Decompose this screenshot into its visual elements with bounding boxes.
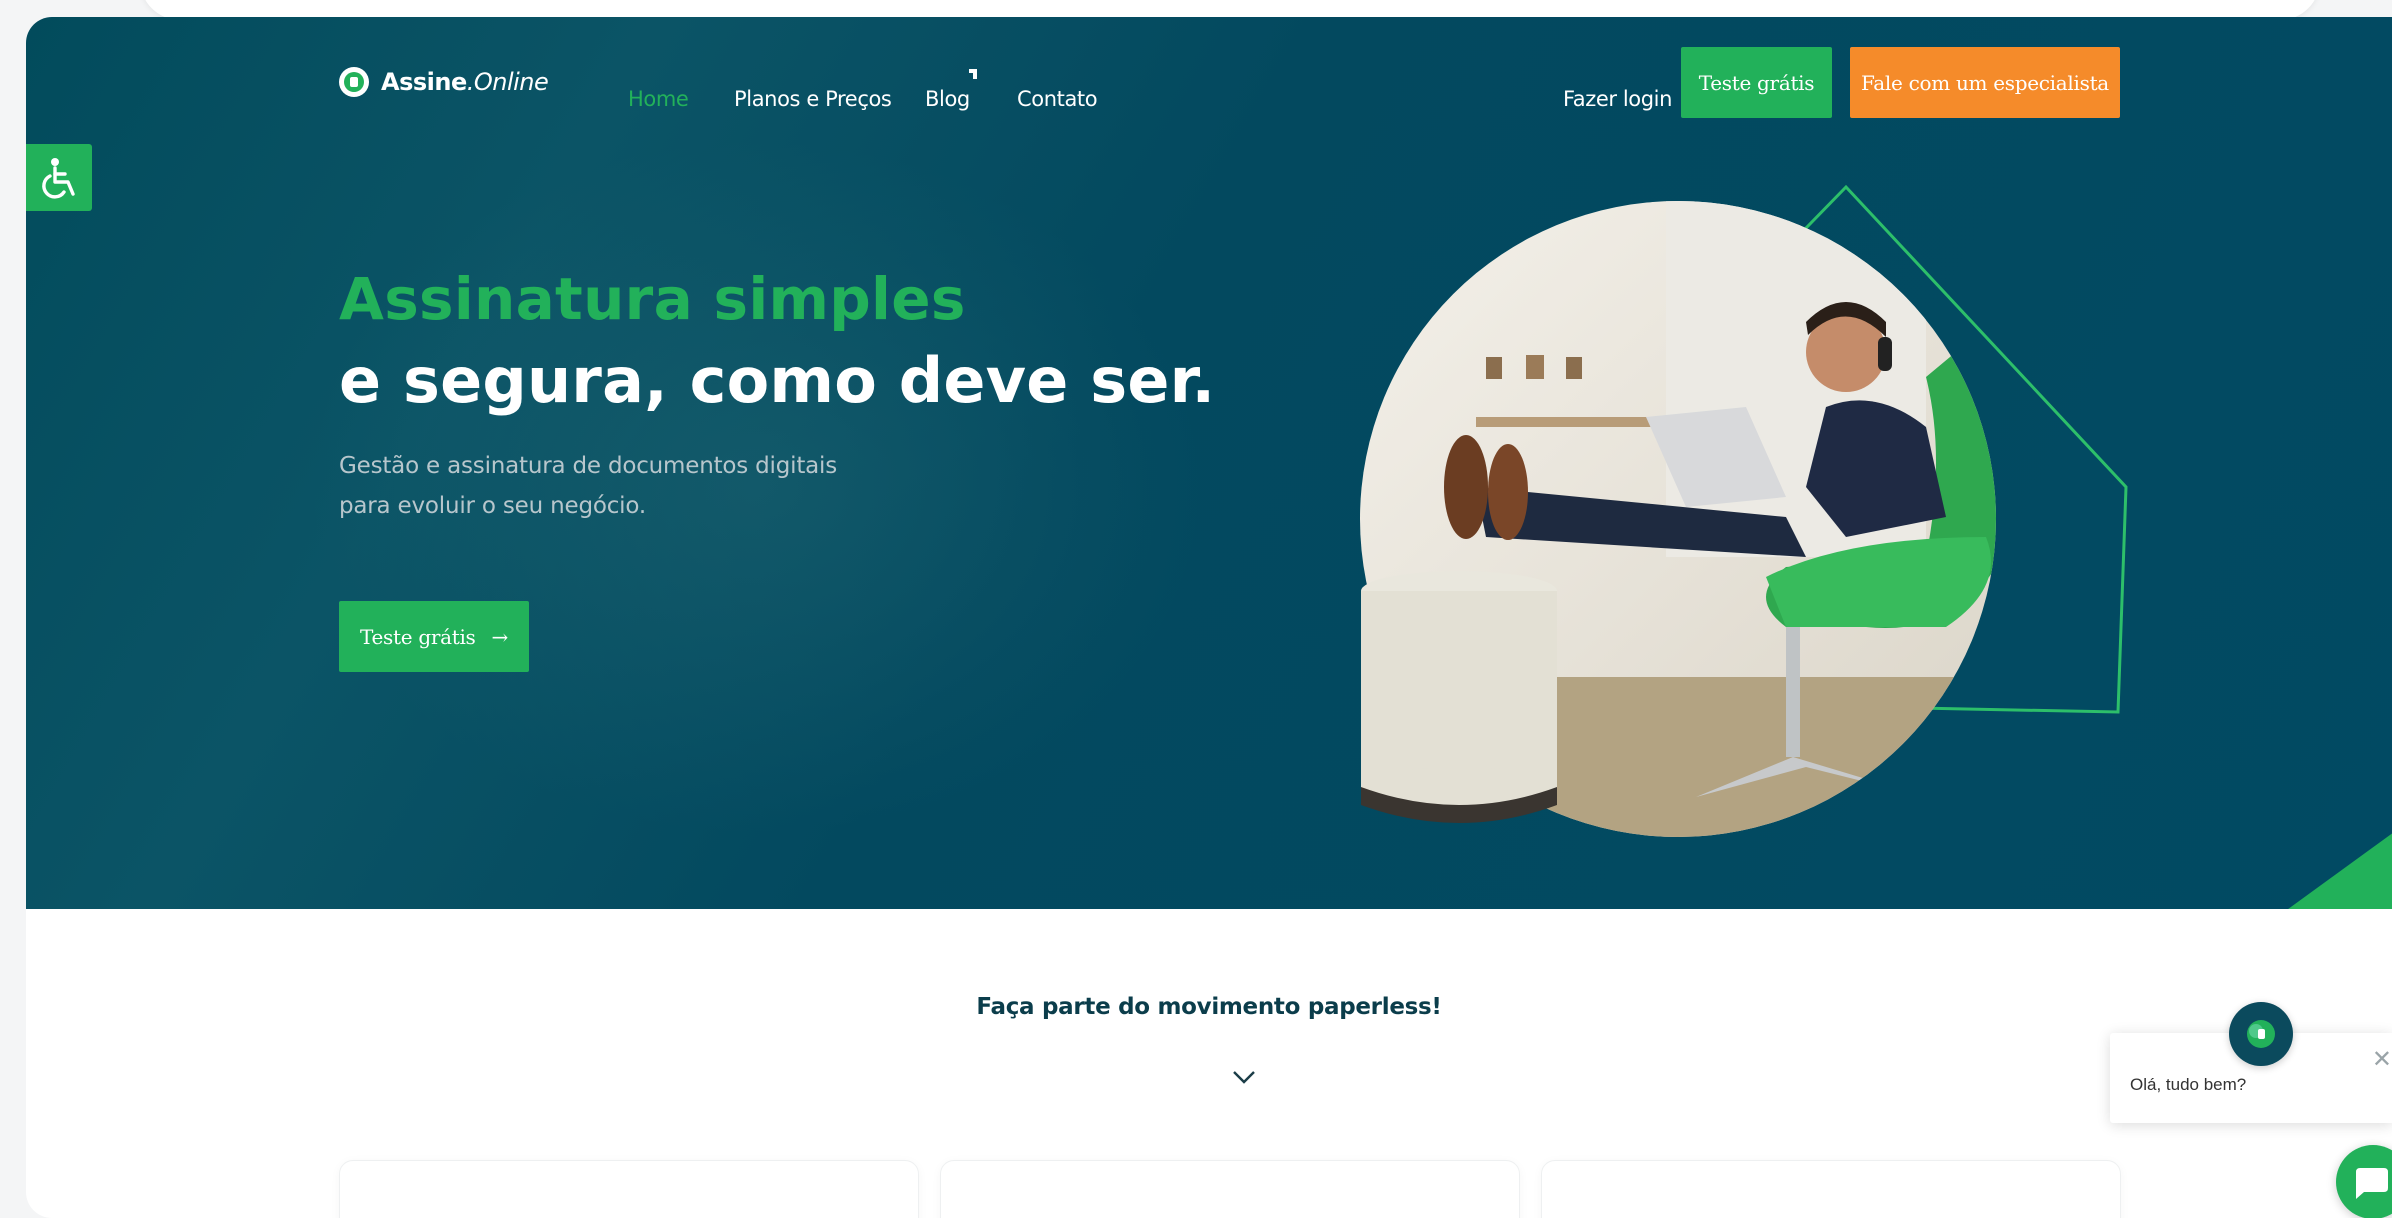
free-trial-button[interactable]: Teste grátis — [1681, 47, 1832, 118]
logo-text: Assine.Online — [381, 68, 549, 96]
hero-illustration — [1360, 184, 2128, 837]
top-navbar: Assine.Online Home Planos e Preços Blog … — [26, 17, 2392, 147]
logo[interactable]: Assine.Online — [339, 67, 549, 97]
nav-link-planos[interactable]: Planos e Preços — [734, 87, 892, 111]
corner-decoration — [2288, 833, 2392, 909]
feature-card-1 — [339, 1160, 919, 1218]
section-title: Faça parte do movimento paperless! — [976, 994, 1442, 1020]
hero-subtitle-line1: Gestão e assinatura de documentos digita… — [339, 453, 838, 479]
feature-card-3 — [1541, 1160, 2121, 1218]
hero-glow — [306, 137, 1206, 837]
login-link[interactable]: Fazer login — [1563, 87, 1672, 111]
logo-icon — [2247, 1020, 2275, 1048]
chat-icon — [2356, 1168, 2388, 1199]
chat-greeting-text: Olá, tudo bem? — [2130, 1075, 2247, 1094]
nav-link-blog[interactable]: Blog — [925, 87, 970, 111]
chevron-down-icon[interactable] — [1231, 1069, 1257, 1085]
chat-avatar — [2229, 1002, 2293, 1066]
new-badge-icon — [969, 69, 977, 79]
hero-free-trial-button[interactable]: Teste grátis → — [339, 601, 529, 672]
page: Assine.Online Home Planos e Preços Blog … — [26, 17, 2392, 1218]
nav-link-home[interactable]: Home — [628, 87, 689, 111]
nav-link-contato[interactable]: Contato — [1017, 87, 1098, 111]
accessibility-button[interactable] — [26, 144, 92, 211]
feature-card-2 — [940, 1160, 1520, 1218]
logo-icon — [339, 67, 369, 97]
hero-section: Assine.Online Home Planos e Preços Blog … — [26, 17, 2392, 909]
talk-to-expert-button[interactable]: Fale com um especialista — [1850, 47, 2120, 118]
hero-subtitle-line2: para evoluir o seu negócio. — [339, 493, 646, 519]
hero-cta-label: Teste grátis — [360, 624, 476, 649]
close-icon[interactable]: ✕ — [2372, 1045, 2392, 1073]
hero-headline-green: Assinatura simples — [339, 265, 966, 333]
arrow-right-icon: → — [491, 624, 509, 649]
hero-headline-white: e segura, como deve ser. — [339, 344, 1216, 417]
accessibility-icon — [42, 157, 75, 199]
